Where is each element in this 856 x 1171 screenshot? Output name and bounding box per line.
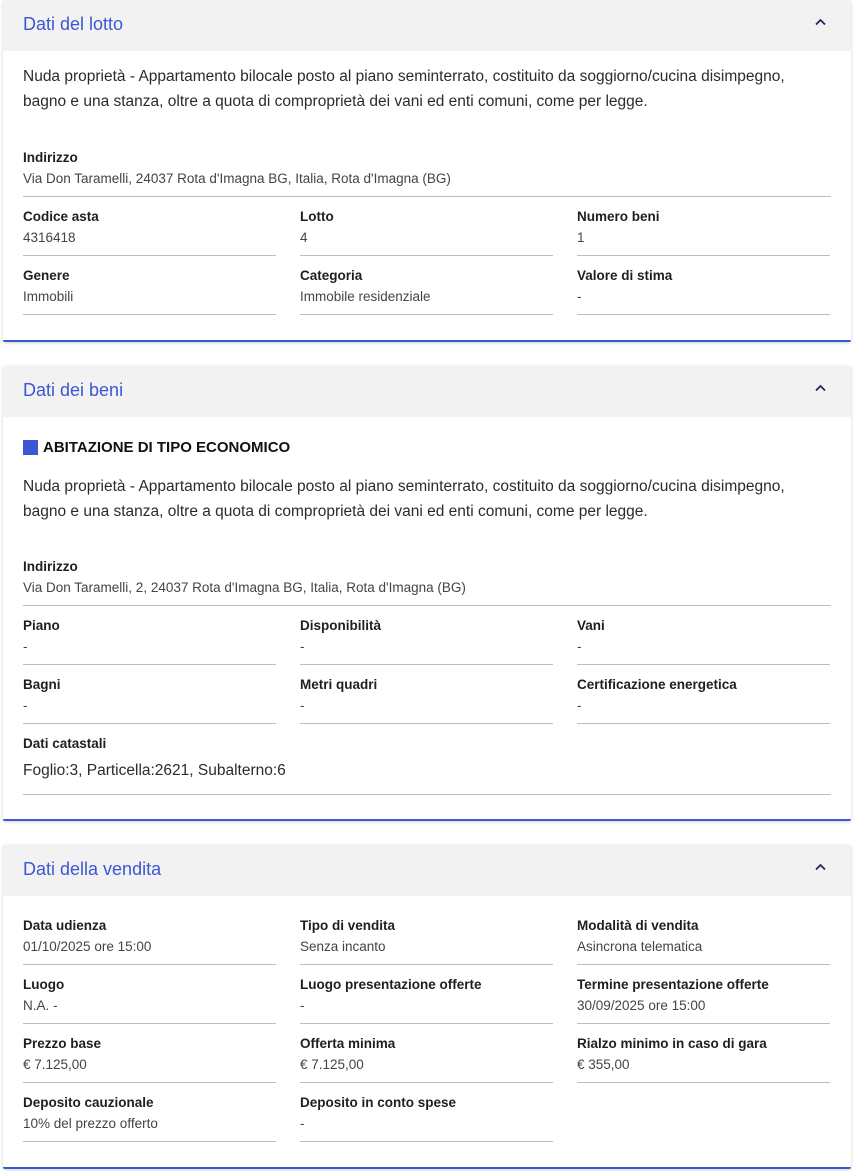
field-label: Offerta minima: [300, 1036, 396, 1051]
field-value: 30/09/2025 ore 15:00: [577, 998, 706, 1013]
field-label: Bagni: [23, 677, 61, 692]
field-value: -: [300, 998, 305, 1013]
field-value: Foglio:3, Particella:2621, Subalterno:6: [23, 762, 286, 779]
field-metri-quadri: Metri quadri -: [300, 665, 553, 724]
field-piano: Piano -: [23, 606, 276, 665]
field-label: Deposito cauzionale: [23, 1095, 154, 1110]
field-value: € 355,00: [577, 1057, 630, 1072]
bene-description: Nuda proprietà - Appartamento bilocale p…: [23, 478, 785, 520]
field-data-udienza: Data udienza 01/10/2025 ore 15:00: [23, 906, 276, 965]
field-label: Data udienza: [23, 918, 107, 933]
field-label: Deposito in conto spese: [300, 1095, 457, 1110]
field-label: Certificazione energetica: [577, 677, 737, 692]
panel-title: Dati del lotto: [23, 14, 124, 34]
bene-subtitle-text: ABITAZIONE DI TIPO ECONOMICO: [43, 439, 291, 456]
field-label: Indirizzo: [23, 559, 78, 574]
panel-dati-vendita: Dati della vendita Data udienza 01/10/20…: [3, 845, 851, 1169]
field-value: -: [300, 698, 305, 713]
field-label: Indirizzo: [23, 150, 78, 165]
field-categoria: Categoria Immobile residenziale: [300, 256, 553, 315]
panel-title: Dati dei beni: [23, 380, 124, 400]
field-value: Immobili: [23, 289, 74, 304]
field-label: Genere: [23, 268, 70, 283]
field-label: Disponibilità: [300, 618, 381, 633]
field-deposito-conto-spese: Deposito in conto spese -: [300, 1083, 553, 1142]
field-label: Rialzo minimo in caso di gara: [577, 1036, 767, 1051]
field-value: Senza incanto: [300, 939, 386, 954]
chevron-up-icon[interactable]: [815, 863, 826, 873]
field-label: Tipo di vendita: [300, 918, 396, 933]
field-value: 01/10/2025 ore 15:00: [23, 939, 152, 954]
field-label: Piano: [23, 618, 60, 633]
field-label: Termine presentazione offerte: [577, 977, 769, 992]
field-vani: Vani -: [577, 606, 830, 665]
field-valore-stima: Valore di stima -: [577, 256, 830, 315]
field-indirizzo: Indirizzo Via Don Taramelli, 24037 Rota …: [23, 138, 831, 197]
field-value: 4: [300, 230, 308, 245]
field-value: 1: [577, 230, 585, 245]
field-label: Codice asta: [23, 209, 99, 224]
field-dati-catastali: Dati catastali Foglio:3, Particella:2621…: [23, 724, 831, 795]
field-value: -: [300, 639, 305, 654]
field-luogo-presentazione: Luogo presentazione offerte -: [300, 965, 553, 1024]
field-lotto: Lotto 4: [300, 197, 553, 256]
field-label: Vani: [577, 618, 605, 633]
field-value: -: [23, 698, 28, 713]
panel-header-beni[interactable]: Dati dei beni: [3, 366, 851, 417]
field-value: N.A. -: [23, 998, 58, 1013]
field-value: 4316418: [23, 230, 76, 245]
panel-dati-beni: Dati dei beni ABITAZIONE DI TIPO ECONOMI…: [3, 366, 851, 821]
field-value: -: [23, 639, 28, 654]
field-rialzo-minimo: Rialzo minimo in caso di gara € 355,00: [577, 1024, 830, 1083]
panel-dati-lotto: Dati del lotto Nuda proprietà - Appartam…: [3, 0, 851, 342]
field-modalita-vendita: Modalità di vendita Asincrona telematica: [577, 906, 830, 965]
field-disponibilita: Disponibilità -: [300, 606, 553, 665]
field-value: -: [577, 639, 582, 654]
field-label: Dati catastali: [23, 736, 107, 751]
field-label: Modalità di vendita: [577, 918, 699, 933]
field-value: -: [577, 698, 582, 713]
field-value: Via Don Taramelli, 24037 Rota d'Imagna B…: [23, 171, 451, 186]
field-genere: Genere Immobili: [23, 256, 276, 315]
field-value: 10% del prezzo offerto: [23, 1116, 158, 1131]
field-label: Numero beni: [577, 209, 660, 224]
panel-title: Dati della vendita: [23, 859, 162, 879]
field-numero-beni: Numero beni 1: [577, 197, 830, 256]
lotto-description: Nuda proprietà - Appartamento bilocale p…: [23, 68, 785, 110]
field-tipo-vendita: Tipo di vendita Senza incanto: [300, 906, 553, 965]
panel-header-vendita[interactable]: Dati della vendita: [3, 845, 851, 896]
field-value: Immobile residenziale: [300, 289, 431, 304]
field-label: Luogo presentazione offerte: [300, 977, 482, 992]
field-offerta-minima: Offerta minima € 7.125,00: [300, 1024, 553, 1083]
field-label: Valore di stima: [577, 268, 673, 283]
panel-header-lotto[interactable]: Dati del lotto: [3, 0, 851, 51]
field-deposito-cauzionale: Deposito cauzionale 10% del prezzo offer…: [23, 1083, 276, 1142]
field-indirizzo: Indirizzo Via Don Taramelli, 2, 24037 Ro…: [23, 547, 831, 606]
field-termine-presentazione: Termine presentazione offerte 30/09/2025…: [577, 965, 830, 1024]
chevron-up-icon[interactable]: [815, 384, 826, 394]
field-label: Metri quadri: [300, 677, 378, 692]
field-value: € 7.125,00: [23, 1057, 87, 1072]
field-label: Lotto: [300, 209, 334, 224]
field-value: Via Don Taramelli, 2, 24037 Rota d'Imagn…: [23, 580, 466, 595]
field-label: Prezzo base: [23, 1036, 102, 1051]
square-bullet-icon: [23, 440, 38, 455]
field-value: -: [577, 289, 582, 304]
field-prezzo-base: Prezzo base € 7.125,00: [23, 1024, 276, 1083]
field-label: Categoria: [300, 268, 363, 283]
field-luogo: Luogo N.A. -: [23, 965, 276, 1024]
field-value: € 7.125,00: [300, 1057, 364, 1072]
chevron-up-icon[interactable]: [815, 18, 826, 28]
field-certificazione-energetica: Certificazione energetica -: [577, 665, 830, 724]
field-codice-asta: Codice asta 4316418: [23, 197, 276, 256]
field-value: -: [300, 1116, 305, 1131]
field-label: Luogo: [23, 977, 65, 992]
field-value: Asincrona telematica: [577, 939, 703, 954]
field-bagni: Bagni -: [23, 665, 276, 724]
